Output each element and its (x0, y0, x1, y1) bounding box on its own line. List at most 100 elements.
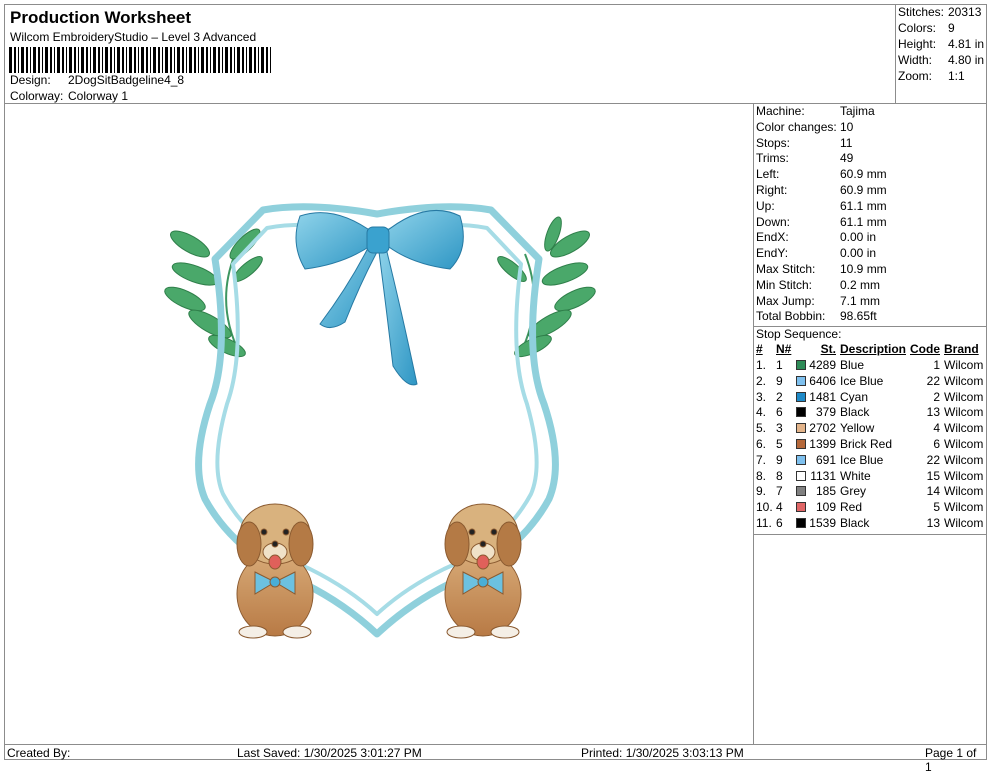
property-value: 0.2 mm (840, 277, 881, 292)
property-value: 11 (840, 135, 853, 150)
stitch-count: 1539 (809, 516, 836, 530)
needle-number: 6 (776, 516, 783, 530)
software-name: Wilcom EmbroideryStudio – Level 3 Advanc… (10, 30, 257, 44)
stat-value: 4.81 in (948, 37, 985, 51)
stitch-count: 379 (815, 405, 836, 420)
stop-sequence-header: # N# St. Description Code Brand (754, 342, 986, 358)
barcode-bar (50, 47, 52, 73)
barcode-bar (114, 47, 115, 73)
needle-number: 4 (776, 500, 783, 515)
color-swatch (796, 454, 806, 465)
thread-brand: Wilcom (944, 358, 984, 372)
color-swatch (796, 439, 806, 449)
property-value: 10 (840, 119, 854, 134)
page-title: Production Worksheet (10, 8, 192, 27)
property-value: 0.00 in (840, 230, 877, 245)
barcode-bar (117, 47, 120, 73)
color-code: 13 (926, 405, 940, 420)
property-label: Trims: (756, 151, 789, 166)
thread-brand: Wilcom (944, 421, 984, 436)
page-number: Page 1 of 1 (925, 746, 977, 774)
color-code: 22 (926, 373, 940, 388)
color-code: 15 (926, 468, 940, 483)
stitch-count: 109 (815, 500, 836, 515)
stats-panel: Stitches: 20313 Colors: 9 Height: 4.81 in W… (895, 4, 987, 104)
stop-index: 11. (756, 516, 772, 530)
stitch-count: 4289 (809, 358, 836, 372)
property-value: Tajima (840, 104, 875, 118)
property-row: Total Bobbin: 98.65ft (756, 309, 877, 323)
property-value: 10.9 mm (840, 262, 887, 276)
barcode-bar (14, 47, 16, 73)
footer-bar: Created By: Last Saved: 1/30/2025 3:01:2… (4, 744, 987, 774)
barcode-bar (93, 47, 96, 73)
design-row: Design: 2DogSitBadgeline4_8 (10, 73, 184, 87)
property-value: 0.00 in (840, 246, 877, 261)
barcode-bar (105, 47, 108, 73)
property-label: Total Bobbin: (756, 309, 826, 324)
property-row: Trims: 49 (756, 151, 853, 165)
thread-brand: Wilcom (944, 500, 984, 515)
property-value: 60.9 mm (840, 167, 887, 182)
bow (295, 209, 464, 386)
barcode-bar (249, 47, 252, 73)
color-code: 5 (933, 500, 940, 515)
color-description: Ice Blue (840, 452, 884, 467)
color-swatch (796, 470, 806, 481)
property-row: Stops: 11 (756, 136, 852, 150)
property-label: EndY: (756, 246, 789, 261)
barcode-bar (177, 47, 180, 73)
stop-index: 4. (756, 405, 767, 420)
stitch-count: 1399 (809, 437, 836, 451)
stat-label: Height: (898, 37, 937, 51)
color-code: 22 (926, 452, 940, 467)
barcode-bar (26, 47, 28, 73)
design-label: Design: (10, 73, 51, 87)
barcode-bar (90, 47, 91, 73)
barcode-bar (33, 47, 36, 73)
barcode-bar (270, 47, 271, 73)
barcode-bar (141, 47, 144, 73)
barcode-bar (254, 47, 256, 73)
barcode-bar (18, 47, 19, 73)
stop-index: 3. (756, 389, 767, 404)
column-header-desc: Description (840, 342, 907, 356)
barcode-bar (38, 47, 40, 73)
needle-number: 2 (776, 389, 783, 404)
color-description: Grey (840, 484, 867, 499)
barcode-bar (158, 47, 160, 73)
needle-number: 9 (776, 373, 783, 388)
barcode-bar (138, 47, 139, 73)
thread-brand: Wilcom (944, 389, 984, 404)
dog-right (444, 503, 522, 639)
thread-brand: Wilcom (944, 405, 984, 420)
stat-value: 4.80 in (948, 53, 985, 67)
stitch-count: 1131 (810, 468, 836, 483)
stop-index: 6. (756, 437, 767, 451)
barcode-bar (86, 47, 88, 73)
barcode-bar (69, 47, 72, 73)
worksheet-page: Production Worksheet Wilcom EmbroiderySt… (0, 0, 990, 774)
barcode-bar (126, 47, 127, 73)
header-panel: Production Worksheet Wilcom EmbroiderySt… (4, 4, 896, 104)
barcode-bar (42, 47, 43, 73)
barcode-bar (261, 47, 264, 73)
barcode-bar (165, 47, 168, 73)
stat-row: Stitches: 20313 (898, 5, 981, 19)
barcode-bar (122, 47, 124, 73)
barcode-bar (222, 47, 223, 73)
stop-row: 2. 9 6406 Ice Blue 22 Wilcom (754, 374, 986, 390)
stat-label: Stitches: (898, 5, 945, 19)
barcode-bar (81, 47, 84, 73)
stat-row: Width: 4.80 in (898, 53, 984, 67)
stat-label: Width: (898, 53, 933, 67)
stop-row: 8. 8 1131 White 15 Wilcom (754, 469, 986, 485)
color-swatch (796, 407, 806, 418)
property-row: Min Stitch: 0.2 mm (756, 278, 880, 292)
design-preview (4, 103, 754, 745)
stitch-count: 6406 (809, 373, 836, 388)
needle-number: 8 (776, 468, 783, 483)
color-code: 6 (933, 437, 940, 451)
property-value: 7.1 mm (840, 293, 881, 308)
property-value: 60.9 mm (840, 183, 887, 197)
